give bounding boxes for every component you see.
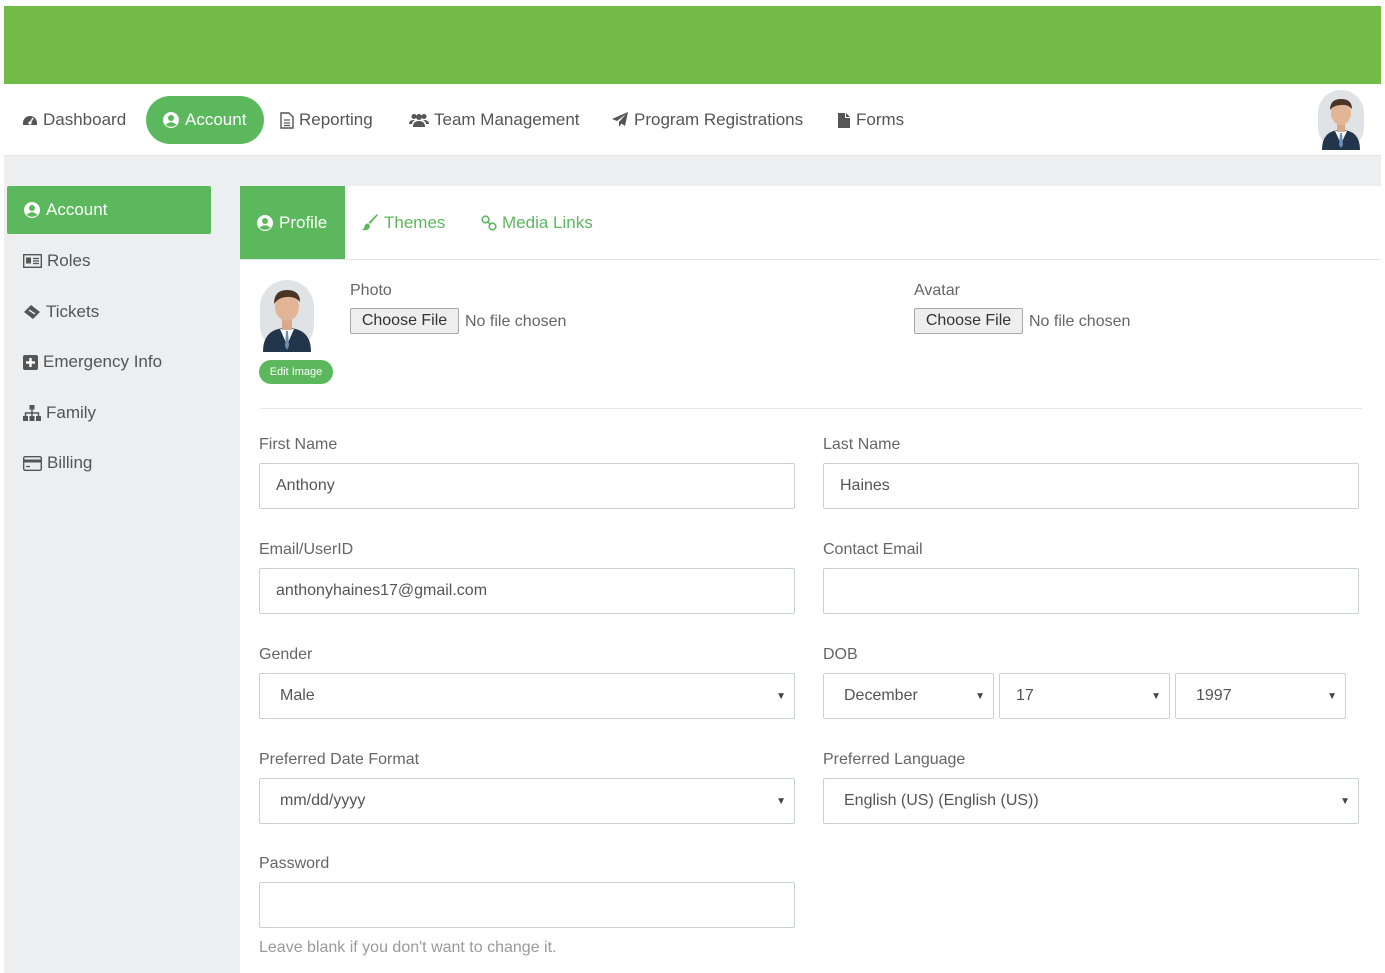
last-name-label: Last Name — [823, 436, 901, 453]
sidebar: Account Roles Tickets Emergency Info Fam… — [4, 182, 220, 973]
first-name-label: First Name — [259, 436, 338, 453]
nav-forms[interactable]: Forms — [837, 96, 904, 144]
sidebar-item-label: Account — [46, 200, 108, 219]
sidebar-item-family[interactable]: Family — [7, 389, 211, 437]
ticket-icon — [24, 305, 40, 319]
chevron-down-icon: ▼ — [1151, 691, 1161, 702]
password-field[interactable] — [259, 882, 795, 928]
paint-brush-icon — [362, 214, 378, 231]
date-format-value: mm/dd/yyyy — [280, 792, 366, 809]
nav-team-management-label: Team Management — [434, 110, 580, 129]
edit-image-button[interactable]: Edit Image — [259, 360, 333, 384]
dob-year-select[interactable]: 1997 ▼ — [1175, 673, 1346, 719]
user-circle-icon — [24, 202, 40, 218]
avatar-file-status: No file chosen — [1029, 313, 1131, 330]
gender-select[interactable]: Male ▼ — [259, 673, 795, 719]
nav-dashboard[interactable]: Dashboard — [22, 96, 126, 144]
tab-profile-label: Profile — [279, 212, 328, 232]
dob-month-value: December — [844, 687, 918, 704]
email-label: Email/UserID — [259, 541, 354, 558]
sidebar-item-label: Tickets — [46, 302, 100, 321]
date-format-label: Preferred Date Format — [259, 751, 420, 768]
photo-file-status: No file chosen — [465, 313, 567, 330]
sidebar-item-label: Billing — [47, 453, 93, 472]
plus-square-icon — [23, 354, 38, 370]
tab-themes-label: Themes — [384, 212, 446, 232]
avatar-label: Avatar — [914, 282, 960, 299]
nav-account[interactable]: Account — [146, 96, 265, 144]
first-name-field[interactable]: Anthony — [259, 463, 795, 509]
nav-reporting[interactable]: Reporting — [280, 96, 373, 144]
user-circle-icon — [257, 214, 273, 231]
link-icon — [481, 214, 497, 231]
password-help-text: Leave blank if you don't want to change … — [259, 939, 557, 956]
language-select[interactable]: English (US) (English (US)) ▼ — [823, 778, 1359, 824]
nav-reporting-label: Reporting — [299, 110, 373, 129]
section-divider — [260, 408, 1362, 409]
date-format-select[interactable]: mm/dd/yyyy ▼ — [259, 778, 795, 824]
nav-account-label: Account — [185, 110, 247, 129]
gender-select-value: Male — [280, 687, 315, 704]
chevron-down-icon: ▼ — [776, 691, 786, 702]
password-label: Password — [259, 855, 330, 872]
dob-label: DOB — [823, 646, 858, 663]
tab-themes[interactable]: Themes — [362, 186, 445, 259]
dob-year-value: 1997 — [1196, 687, 1232, 704]
photo-label: Photo — [350, 282, 392, 299]
profile-photo — [260, 280, 314, 352]
chevron-down-icon: ▼ — [776, 796, 786, 807]
users-icon — [409, 114, 429, 127]
dob-day-select[interactable]: 17 ▼ — [999, 673, 1170, 719]
sidebar-item-label: Family — [46, 403, 97, 422]
dob-day-value: 17 — [1016, 687, 1034, 704]
id-card-icon — [23, 254, 42, 268]
user-circle-icon — [163, 112, 179, 128]
avatar-choose-file-button[interactable]: Choose File — [914, 308, 1023, 334]
sidebar-item-roles[interactable]: Roles — [7, 237, 211, 285]
chevron-down-icon: ▼ — [1327, 691, 1337, 702]
contact-email-label: Contact Email — [823, 541, 923, 558]
paper-plane-icon — [612, 112, 628, 127]
nav-program-registrations[interactable]: Program Registrations — [612, 96, 803, 144]
file-text-icon — [280, 111, 294, 129]
top-navigation: Dashboard Account Reporting Team Managem… — [4, 84, 1381, 156]
last-name-field[interactable]: Haines — [823, 463, 1359, 509]
sidebar-item-label: Roles — [47, 251, 91, 270]
credit-card-icon — [23, 455, 42, 471]
tab-media-links-label: Media Links — [502, 212, 593, 232]
gender-label: Gender — [259, 646, 313, 663]
chevron-down-icon: ▼ — [975, 691, 985, 702]
sidebar-item-tickets[interactable]: Tickets — [7, 288, 211, 336]
tab-media-links[interactable]: Media Links — [481, 186, 593, 259]
nav-dashboard-label: Dashboard — [43, 110, 127, 129]
tab-profile[interactable]: Profile — [240, 186, 346, 259]
chevron-down-icon: ▼ — [1340, 796, 1350, 807]
sidebar-item-billing[interactable]: Billing — [7, 439, 211, 487]
account-panel: Profile Themes Media Links Edit Image Ph… — [240, 186, 1381, 973]
user-avatar[interactable] — [1318, 90, 1364, 150]
nav-team-management[interactable]: Team Management — [409, 96, 580, 144]
language-value: English (US) (English (US)) — [844, 792, 1039, 809]
photo-choose-file-button[interactable]: Choose File — [350, 308, 459, 334]
file-icon — [838, 112, 850, 128]
dob-month-select[interactable]: December ▼ — [823, 673, 994, 719]
contact-email-field[interactable] — [823, 568, 1359, 614]
app-frame: Dashboard Account Reporting Team Managem… — [4, 6, 1381, 973]
sidebar-item-emergency-info[interactable]: Emergency Info — [7, 338, 211, 386]
tachometer-icon — [23, 116, 37, 125]
nav-program-registrations-label: Program Registrations — [634, 110, 804, 129]
email-field[interactable]: anthonyhaines17@gmail.com — [259, 568, 795, 614]
header-banner — [4, 6, 1381, 84]
sidebar-item-label: Emergency Info — [43, 352, 163, 371]
language-label: Preferred Language — [823, 751, 966, 768]
sitemap-icon — [23, 405, 41, 421]
sidebar-item-account[interactable]: Account — [7, 186, 211, 234]
nav-forms-label: Forms — [856, 110, 905, 129]
profile-tabs: Profile Themes Media Links — [240, 186, 1381, 260]
